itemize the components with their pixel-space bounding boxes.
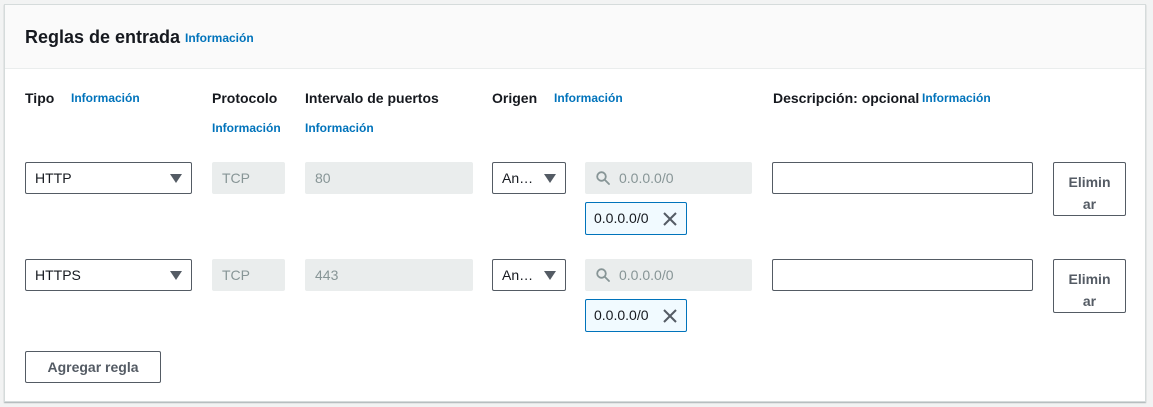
col-header-descripcion: Descripción: opcional xyxy=(773,90,920,106)
tipo-select-value: HTTP xyxy=(35,170,72,186)
close-icon[interactable] xyxy=(662,308,678,324)
origen-select[interactable]: An… xyxy=(492,259,566,291)
puertos-info-link[interactable]: Información xyxy=(305,121,374,135)
tipo-info-link[interactable]: Información xyxy=(71,91,140,105)
caret-down-icon xyxy=(544,174,556,183)
col-header-protocolo: Protocolo xyxy=(212,90,278,106)
cidr-token-label: 0.0.0.0/0 xyxy=(594,210,649,226)
header-info-link[interactable]: Información xyxy=(185,31,254,45)
caret-down-icon xyxy=(170,271,182,280)
origen-select[interactable]: An… xyxy=(492,162,566,194)
col-header-tipo: Tipo xyxy=(25,90,55,106)
origen-info-link[interactable]: Información xyxy=(554,91,623,105)
cidr-search-input[interactable]: 0.0.0.0/0 xyxy=(585,162,752,194)
origen-select-value: An… xyxy=(502,170,534,186)
cidr-token: 0.0.0.0/0 xyxy=(585,202,687,235)
caret-down-icon xyxy=(170,174,182,183)
col-header-puertos: Intervalo de puertos xyxy=(305,90,439,106)
cidr-search-placeholder: 0.0.0.0/0 xyxy=(619,267,674,283)
cidr-search-input[interactable]: 0.0.0.0/0 xyxy=(585,259,752,291)
origen-select-value: An… xyxy=(502,267,534,283)
descripcion-input[interactable] xyxy=(772,162,1033,194)
protocolo-field: TCP xyxy=(212,259,285,291)
col-header-origen: Origen xyxy=(492,90,538,106)
puertos-field: 443 xyxy=(305,259,473,291)
close-icon[interactable] xyxy=(662,211,678,227)
cidr-token: 0.0.0.0/0 xyxy=(585,299,687,332)
descripcion-input[interactable] xyxy=(772,259,1033,291)
descripcion-info-link[interactable]: Información xyxy=(922,91,991,105)
puertos-field: 80 xyxy=(305,162,473,194)
tipo-select[interactable]: HTTPS xyxy=(25,259,192,291)
tipo-select[interactable]: HTTP xyxy=(25,162,192,194)
cidr-token-label: 0.0.0.0/0 xyxy=(594,307,649,323)
remove-rule-button[interactable]: Eliminar xyxy=(1053,162,1126,216)
panel-title: Reglas de entrada xyxy=(25,27,181,47)
search-icon xyxy=(596,268,610,282)
add-rule-button[interactable]: Agregar regla xyxy=(25,351,161,383)
search-icon xyxy=(596,171,610,185)
tipo-select-value: HTTPS xyxy=(35,267,81,283)
inbound-rules-panel: Reglas de entrada Información Tipo Infor… xyxy=(4,4,1146,402)
panel-header: Reglas de entrada Información xyxy=(5,5,1145,69)
caret-down-icon xyxy=(544,271,556,280)
remove-rule-button[interactable]: Eliminar xyxy=(1053,259,1126,313)
cidr-search-placeholder: 0.0.0.0/0 xyxy=(619,170,674,186)
protocolo-field: TCP xyxy=(212,162,285,194)
protocolo-info-link[interactable]: Información xyxy=(212,121,281,135)
